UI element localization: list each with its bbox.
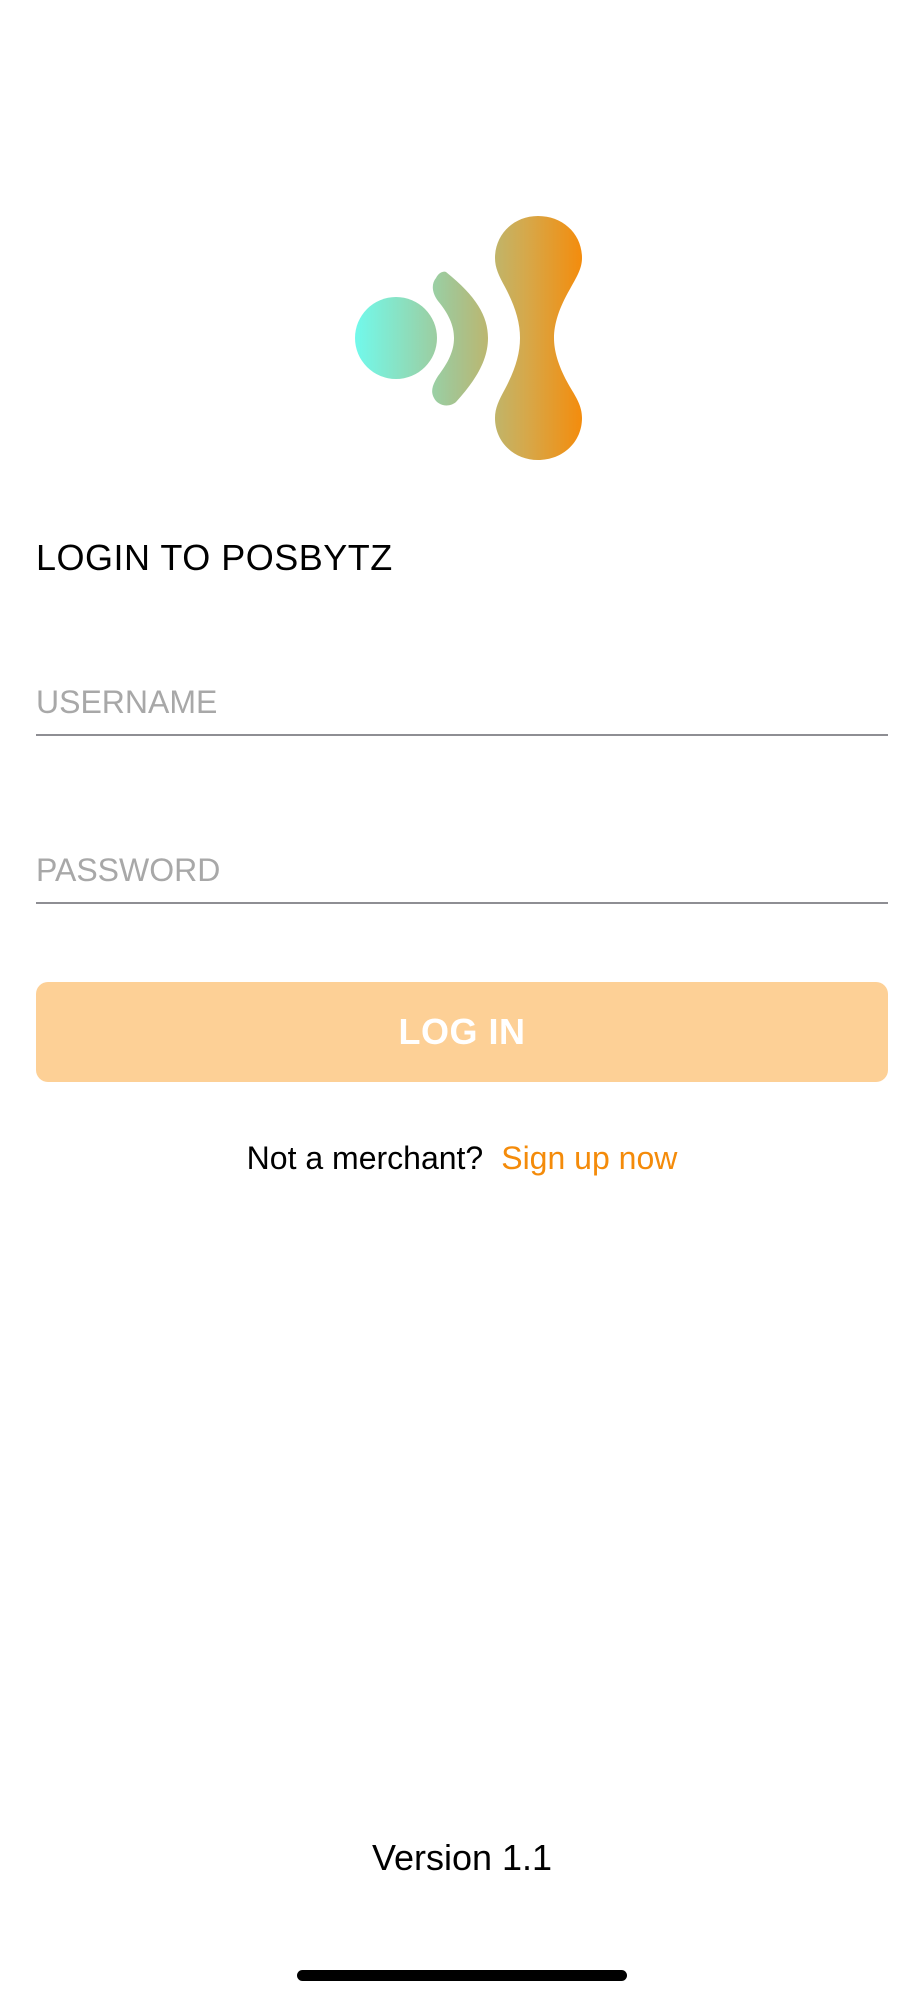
posbytz-logo-icon [355, 216, 582, 460]
signup-link[interactable]: Sign up now [501, 1140, 677, 1176]
home-indicator[interactable] [297, 1970, 627, 1981]
password-input[interactable] [36, 844, 888, 896]
page-title: LOGIN TO POSBYTZ [36, 537, 393, 578]
username-input[interactable] [36, 676, 888, 728]
version-label: Version 1.1 [371, 1837, 553, 1878]
username-field[interactable] [36, 670, 888, 736]
signup-prompt: Not a merchant? [246, 1140, 484, 1176]
signup-row: Not a merchant? Sign up now [0, 1136, 924, 1180]
login-button[interactable]: LOG IN [36, 982, 888, 1082]
password-field[interactable] [36, 838, 888, 904]
